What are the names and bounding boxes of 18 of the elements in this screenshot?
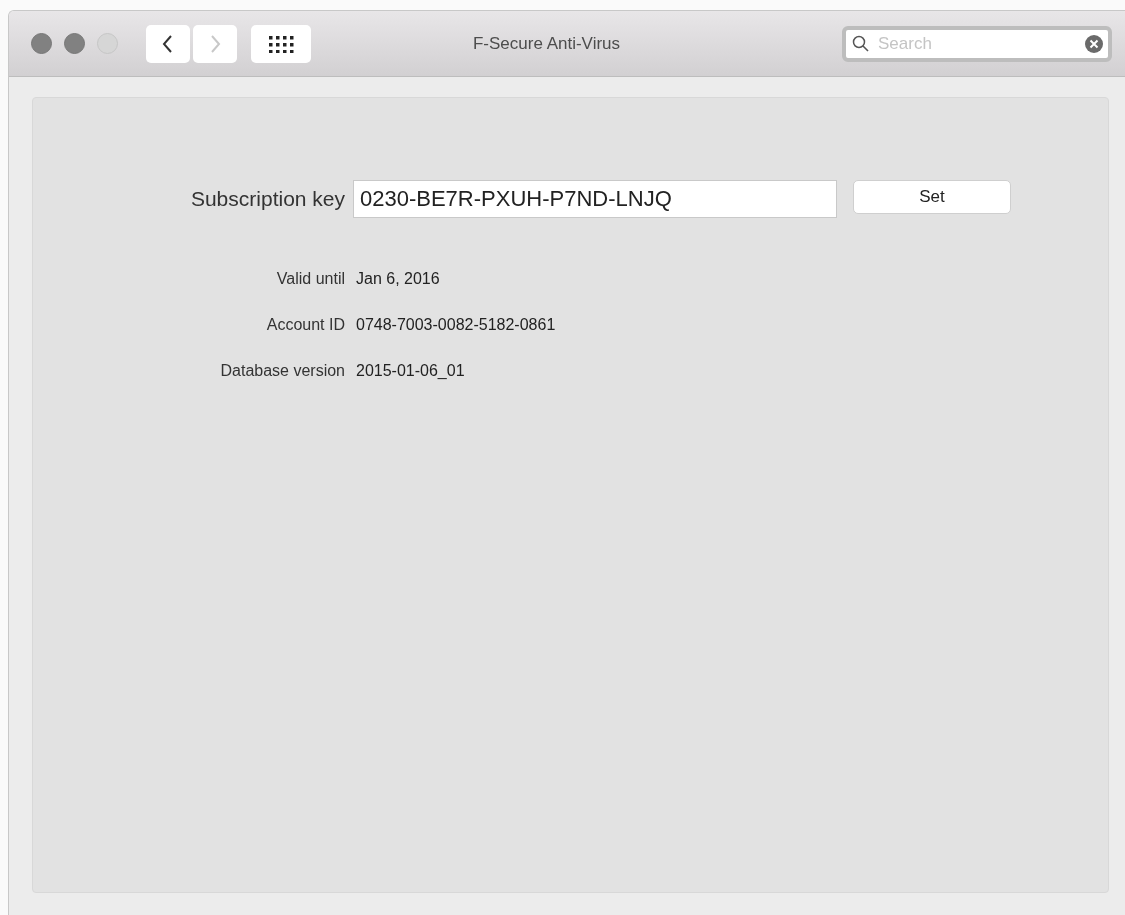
window-control-button[interactable] [64,33,85,54]
grid-icon [268,34,294,53]
info-value: Jan 6, 2016 [356,270,441,288]
set-button[interactable]: Set [853,180,1011,214]
info-label: Account ID [266,316,345,334]
field-label: Subscription key [190,187,345,211]
info-label: Valid until [276,270,345,288]
info-value: 2015-01-06_01 [356,362,466,380]
subscription-key-field[interactable]: 0230-BE7R-PXUH-P7ND-LNJQ [353,180,837,218]
search-icon [852,34,870,53]
back-button[interactable] [146,24,190,63]
clear-icon[interactable] [1084,33,1104,54]
show-all-button[interactable] [251,24,311,63]
window-control-button[interactable] [31,33,52,54]
info-label: Database version [220,362,345,380]
window-title: F-Secure Anti-Virus [471,33,622,54]
info-value: 0748-7003-0082-5182-0861 [356,316,557,334]
search-field[interactable]: Search [842,25,1112,62]
